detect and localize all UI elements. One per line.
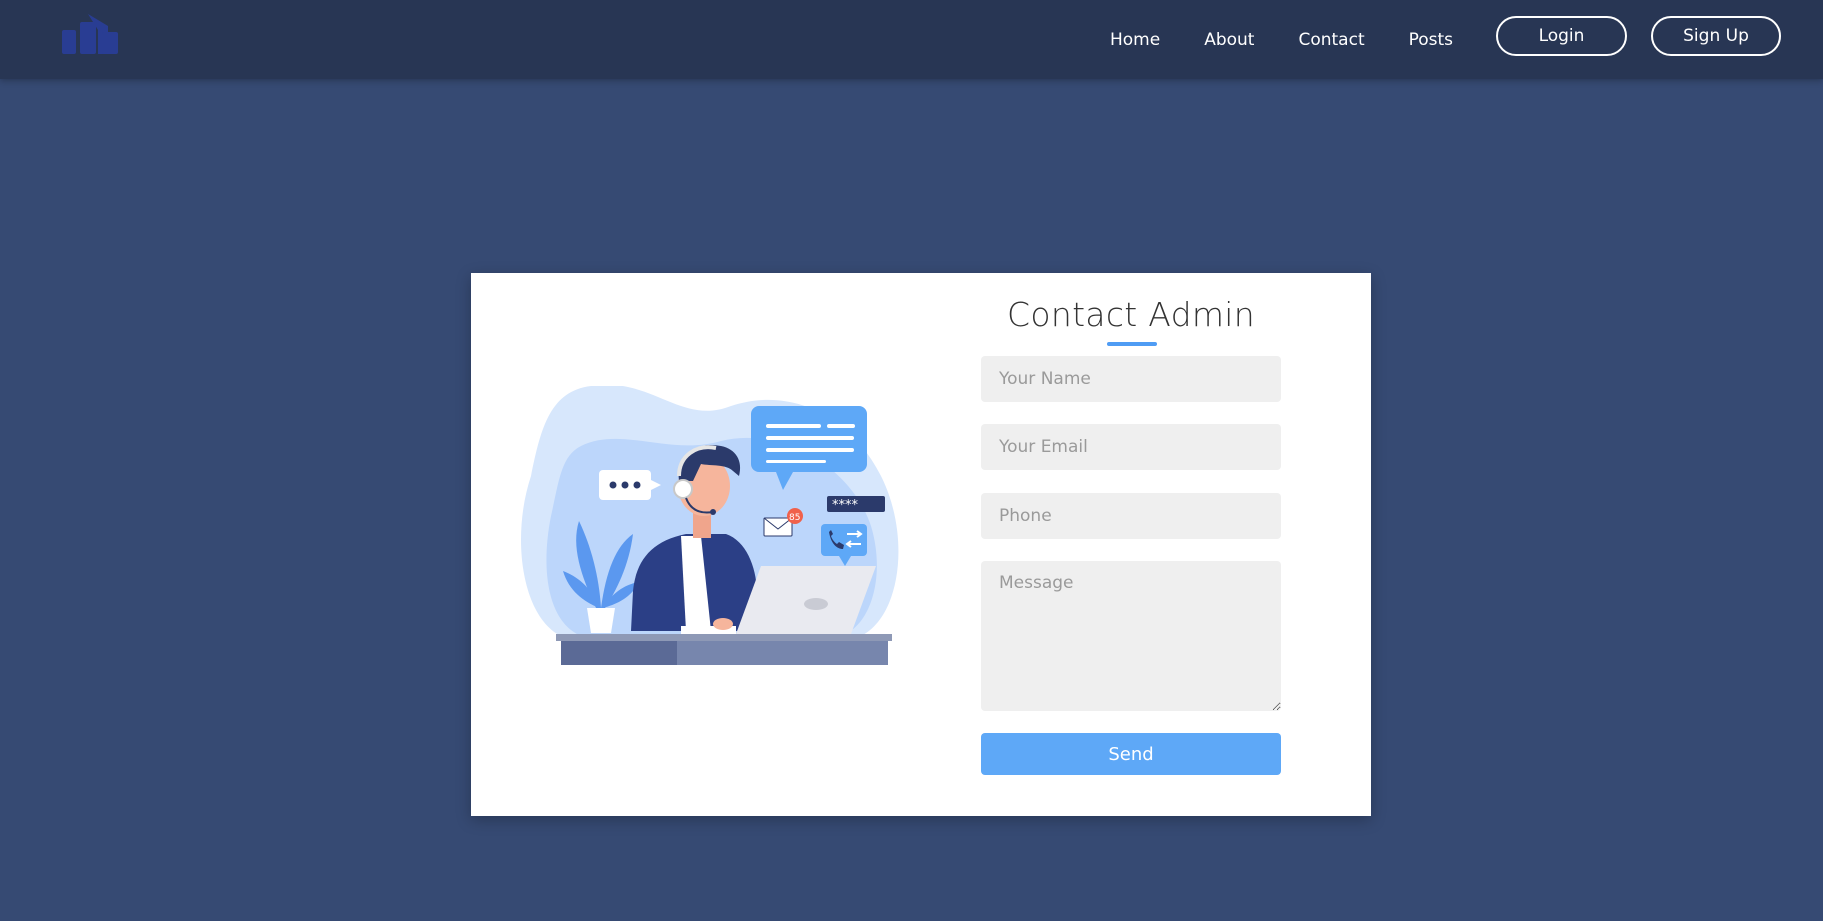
- send-button[interactable]: Send: [981, 733, 1281, 775]
- contact-card: **** 85 Contact Admin Your Name Your Ema…: [471, 273, 1371, 816]
- logo-icon[interactable]: [58, 12, 124, 58]
- name-input[interactable]: [981, 356, 1281, 402]
- signup-button[interactable]: Sign Up: [1651, 16, 1781, 56]
- nav-link-home[interactable]: Home: [1110, 30, 1160, 50]
- notification-badge-text: 85: [789, 513, 800, 523]
- form-title: Contact Admin: [1007, 295, 1255, 334]
- nav-link-posts[interactable]: Posts: [1409, 30, 1453, 50]
- nav-link-contact[interactable]: Contact: [1298, 30, 1364, 50]
- email-input[interactable]: [981, 424, 1281, 470]
- support-agent-illustration: **** 85: [521, 384, 911, 676]
- password-mask-text: ****: [832, 498, 859, 513]
- phone-input[interactable]: [981, 493, 1281, 539]
- contact-form: Contact Admin Send: [981, 273, 1281, 816]
- navbar: Home About Contact Posts Login Sign Up: [0, 0, 1823, 79]
- login-button[interactable]: Login: [1496, 16, 1627, 56]
- title-underline: [1107, 342, 1157, 346]
- nav-links: Home About Contact Posts: [1110, 0, 1497, 79]
- message-textarea[interactable]: [981, 561, 1281, 711]
- nav-link-about[interactable]: About: [1204, 30, 1254, 50]
